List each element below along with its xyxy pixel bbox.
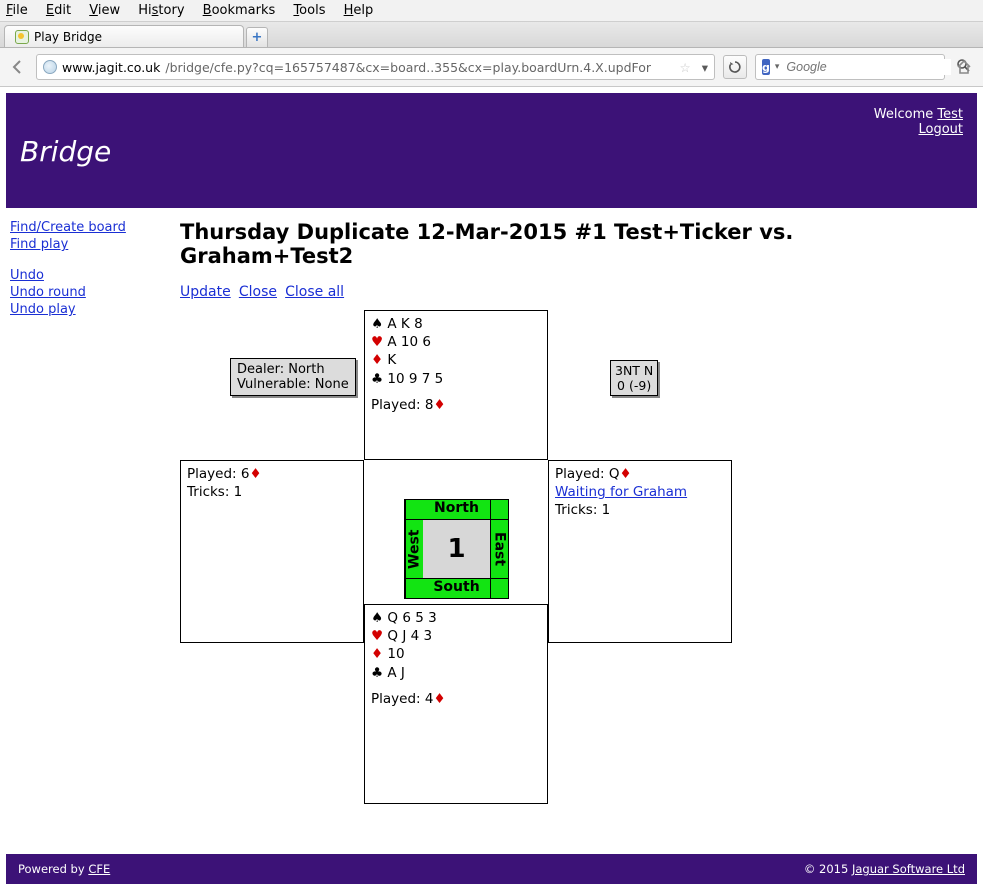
url-host: www.jagit.co.uk xyxy=(62,60,160,75)
bookmark-star-icon[interactable]: ☆ xyxy=(680,60,691,75)
menu-tools[interactable]: Tools xyxy=(293,3,325,18)
bridge-board: Dealer: North Vulnerable: None 3NT N 0 (… xyxy=(180,310,940,830)
south-played-label: Played: xyxy=(371,691,425,707)
east-played-suit-icon: ♦ xyxy=(620,466,632,482)
board-meta: Dealer: North Vulnerable: None xyxy=(230,358,356,396)
menu-edit[interactable]: Edit xyxy=(46,3,71,18)
site-title: Bridge xyxy=(20,135,963,168)
diamond-icon: ♦ xyxy=(371,352,383,368)
compass-west: West xyxy=(405,500,423,598)
north-hearts: A 10 6 xyxy=(387,334,431,350)
content-layout: Find/Create board Find play Undo Undo ro… xyxy=(6,208,977,842)
menu-bookmarks[interactable]: Bookmarks xyxy=(203,3,276,18)
tab-strip: Play Bridge + xyxy=(0,22,983,48)
site-footer: Powered by CFE © 2015 Jaguar Software Lt… xyxy=(6,854,977,884)
menu-help[interactable]: Help xyxy=(344,3,374,18)
logout-link[interactable]: Logout xyxy=(918,122,963,137)
south-spades: Q 6 5 3 xyxy=(387,610,436,626)
welcome-block: Welcome Test Logout xyxy=(874,107,963,137)
site-banner: Welcome Test Logout Bridge xyxy=(6,93,977,208)
url-path: /bridge/cfe.py?cq=165757487&cx=board..35… xyxy=(165,60,651,75)
page-viewport: Welcome Test Logout Bridge Find/Create b… xyxy=(0,87,983,848)
action-close[interactable]: Close xyxy=(239,284,277,300)
footer-powered: Powered by xyxy=(18,862,88,876)
club-icon: ♣ xyxy=(371,371,383,387)
west-tricks: Tricks: 1 xyxy=(187,483,357,501)
user-link[interactable]: Test xyxy=(937,107,963,122)
home-button[interactable] xyxy=(953,56,975,78)
heart-icon: ♥ xyxy=(371,334,383,350)
east-played-label: Played: xyxy=(555,466,609,482)
sidebar-undo-play[interactable]: Undo play xyxy=(10,302,76,317)
sidebar-find-create[interactable]: Find/Create board xyxy=(10,220,126,235)
north-diamonds: K xyxy=(387,352,396,368)
west-played-label: Played: xyxy=(187,466,241,482)
spade-icon: ♠ xyxy=(371,610,383,626)
east-tricks: Tricks: 1 xyxy=(555,501,725,519)
search-input[interactable] xyxy=(784,59,951,75)
page-heading: Thursday Duplicate 12-Mar-2015 #1 Test+T… xyxy=(180,220,973,268)
contract-box: 3NT N 0 (-9) xyxy=(610,360,658,396)
east-played-card: Q xyxy=(609,466,620,482)
compass: North West 1 East South xyxy=(404,499,509,599)
tab-title: Play Bridge xyxy=(34,30,102,44)
welcome-text: Welcome xyxy=(874,107,938,122)
url-bar[interactable]: www.jagit.co.uk/bridge/cfe.py?cq=1657574… xyxy=(36,54,715,80)
footer-copyright: © 2015 xyxy=(804,862,852,876)
menu-file[interactable]: File xyxy=(6,3,28,18)
action-update[interactable]: Update xyxy=(180,284,231,300)
search-engine-icon[interactable]: g xyxy=(762,59,770,75)
dealer-label: Dealer: North xyxy=(237,362,349,377)
hand-east: Played: Q♦ Waiting for Graham Tricks: 1 xyxy=(548,460,732,643)
east-waiting-link[interactable]: Waiting for Graham xyxy=(555,484,687,500)
sidebar-undo-round[interactable]: Undo round xyxy=(10,285,86,300)
globe-icon xyxy=(43,60,57,74)
browser-tab[interactable]: Play Bridge xyxy=(4,25,244,47)
reload-button[interactable] xyxy=(723,55,747,79)
nav-toolbar: www.jagit.co.uk/bridge/cfe.py?cq=1657574… xyxy=(0,48,983,87)
main-content: Thursday Duplicate 12-Mar-2015 #1 Test+T… xyxy=(180,220,973,830)
vulnerable-label: Vulnerable: None xyxy=(237,377,349,392)
contract-line1: 3NT N xyxy=(615,363,653,378)
search-engine-dropdown-icon[interactable]: ▾ xyxy=(775,62,780,72)
north-spades: A K 8 xyxy=(387,316,422,332)
action-links: Update Close Close all xyxy=(180,284,973,300)
back-button[interactable] xyxy=(8,57,28,77)
south-clubs: A J xyxy=(387,665,405,681)
sidebar: Find/Create board Find play Undo Undo ro… xyxy=(10,220,160,830)
north-clubs: 10 9 7 5 xyxy=(387,371,443,387)
new-tab-button[interactable]: + xyxy=(246,27,268,47)
club-icon: ♣ xyxy=(371,665,383,681)
search-bar[interactable]: g ▾ xyxy=(755,54,945,80)
hand-south: ♠ Q 6 5 3 ♥ Q J 4 3 ♦ 10 ♣ A J Played: 4… xyxy=(364,604,548,804)
south-diamonds: 10 xyxy=(387,646,404,662)
diamond-icon: ♦ xyxy=(371,646,383,662)
north-played-suit-icon: ♦ xyxy=(433,397,445,413)
os-menubar: File Edit View History Bookmarks Tools H… xyxy=(0,0,983,22)
menu-history[interactable]: History xyxy=(138,3,184,18)
footer-company-link[interactable]: Jaguar Software Ltd xyxy=(852,862,965,876)
hand-west: Played: 6♦ Tricks: 1 xyxy=(180,460,364,643)
sidebar-undo[interactable]: Undo xyxy=(10,268,44,283)
action-close-all[interactable]: Close all xyxy=(285,284,344,300)
sidebar-find-play[interactable]: Find play xyxy=(10,237,68,252)
spade-icon: ♠ xyxy=(371,316,383,332)
heart-icon: ♥ xyxy=(371,628,383,644)
board-number: 1 xyxy=(423,520,490,578)
url-dropdown-icon[interactable]: ▾ xyxy=(702,60,708,75)
south-played-suit-icon: ♦ xyxy=(433,691,445,707)
menu-view[interactable]: View xyxy=(89,3,120,18)
north-played-label: Played: xyxy=(371,397,425,413)
hand-north: ♠ A K 8 ♥ A 10 6 ♦ K ♣ 10 9 7 5 Played: … xyxy=(364,310,548,460)
favicon-icon xyxy=(15,30,29,44)
footer-cfe-link[interactable]: CFE xyxy=(88,862,110,876)
west-played-suit-icon: ♦ xyxy=(249,466,261,482)
contract-line2: 0 (-9) xyxy=(615,378,653,393)
south-hearts: Q J 4 3 xyxy=(387,628,432,644)
